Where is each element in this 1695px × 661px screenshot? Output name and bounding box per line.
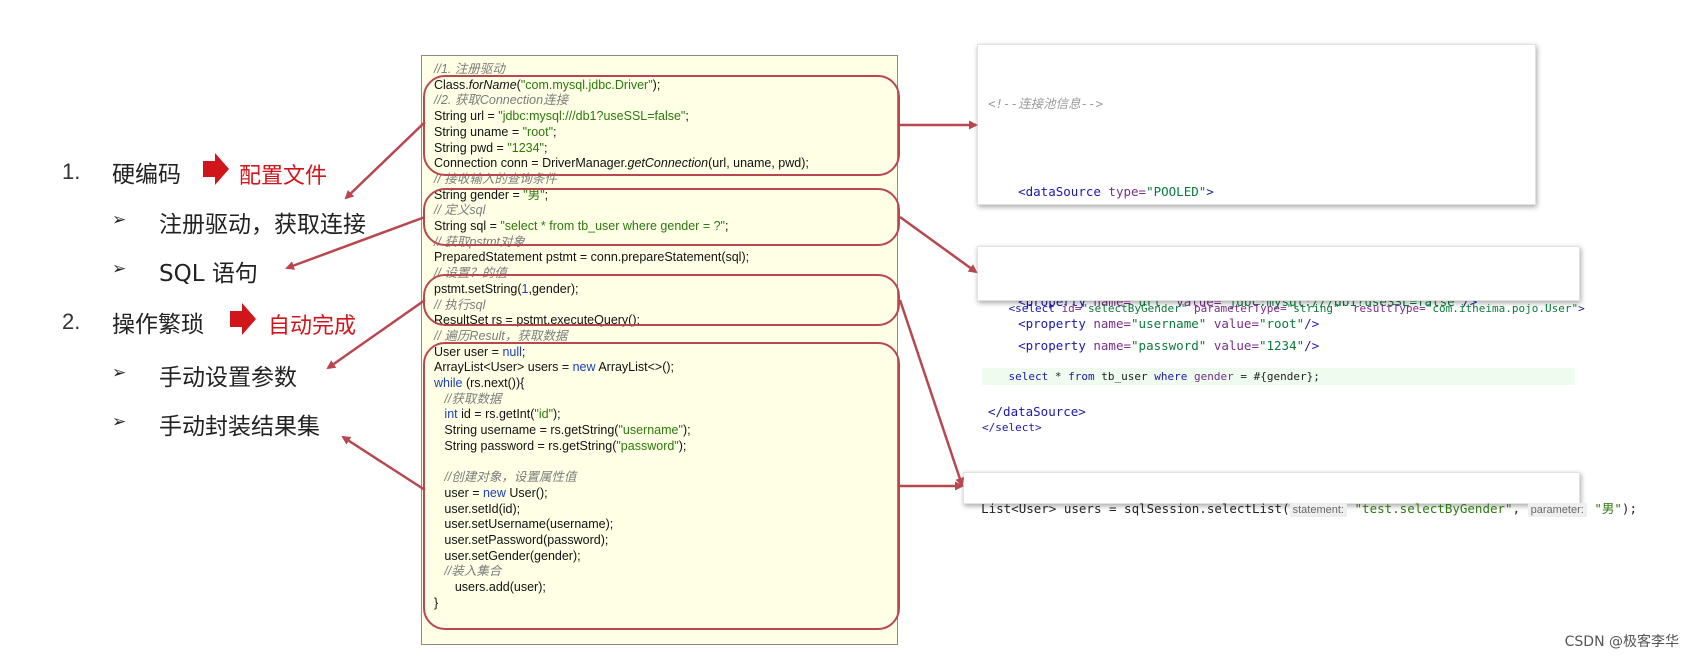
arrow-params-to-call: [898, 299, 965, 487]
arrow-to-sql-snippet: [899, 215, 978, 274]
arrow-to-register-driver: [344, 121, 426, 200]
arrow-to-result-set: [341, 435, 426, 492]
connector-arrows: [285, 120, 978, 492]
watermark: CSDN @极客李华: [1564, 634, 1679, 650]
arrow-to-set-params: [326, 298, 426, 370]
arrow-to-sql: [285, 215, 426, 270]
